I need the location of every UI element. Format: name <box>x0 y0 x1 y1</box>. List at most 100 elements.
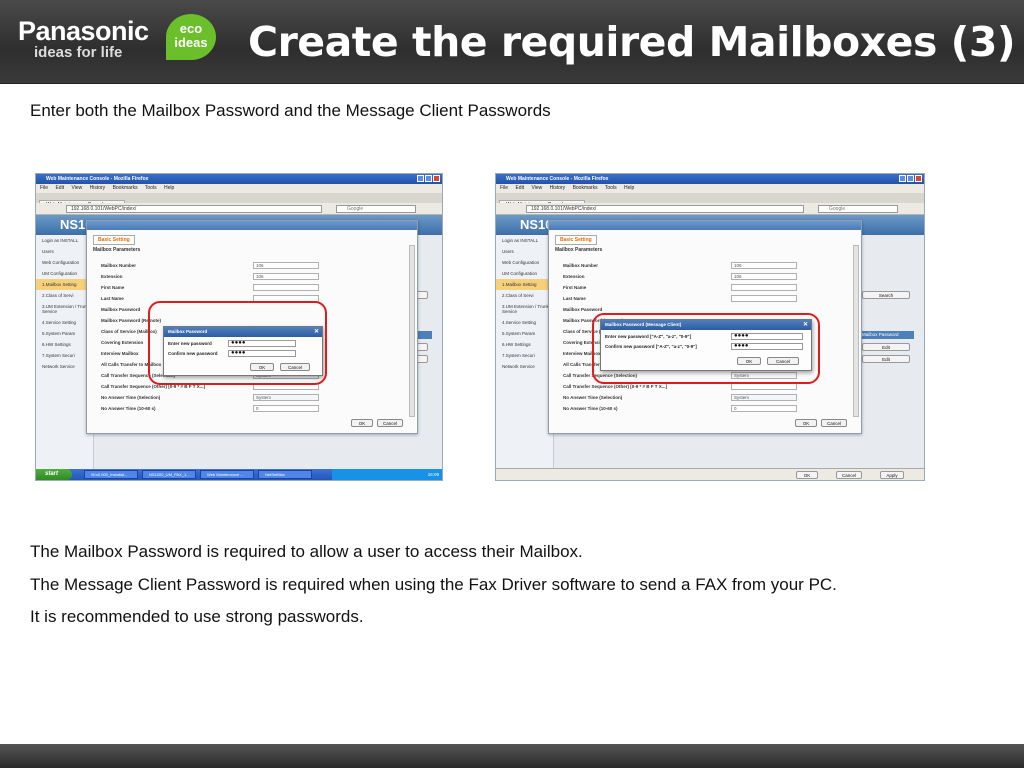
tab-basic-setting[interactable]: Basic Setting <box>93 235 135 245</box>
sidebar-item-users[interactable]: Users <box>496 246 553 257</box>
highlight-ring <box>592 313 820 384</box>
ok-button[interactable]: OK <box>796 471 818 479</box>
sidebar-item-um-config[interactable]: UM Configuration <box>496 268 553 279</box>
field-input[interactable]: 0 <box>253 405 319 412</box>
url-bar[interactable]: 192.168.0.101/WebPC/index/ <box>526 205 804 213</box>
field-input[interactable] <box>731 383 797 390</box>
menu-tools[interactable]: Tools <box>605 185 617 191</box>
sidebar-item-system-security[interactable]: 7.System Securi <box>496 350 553 361</box>
sidebar-item-users[interactable]: Users <box>36 246 93 257</box>
sidebar-item-mailbox-setting[interactable]: 1.Mailbox Setting <box>496 279 553 290</box>
taskbar-item[interactable]: NS1000_UM_PAX_1... <box>142 470 196 479</box>
menu-edit[interactable]: Edit <box>515 185 524 191</box>
menu-bookmarks[interactable]: Bookmarks <box>113 185 138 191</box>
tab-basic-setting[interactable]: Basic Setting <box>555 235 597 245</box>
field-input[interactable]: 106 <box>253 273 319 280</box>
maximize-icon[interactable] <box>425 175 432 182</box>
sidebar-item-network-service[interactable]: Network Service <box>496 361 553 372</box>
sidebar-item-service-setting[interactable]: 4.Service Setting <box>496 317 553 328</box>
field-label: Mailbox Password <box>101 307 141 312</box>
sidebar-item-network-service[interactable]: Network Service <box>36 361 93 372</box>
field-input[interactable]: 106 <box>253 262 319 269</box>
menu-file[interactable]: File <box>40 185 48 191</box>
search-box[interactable]: Google <box>818 205 898 213</box>
taskbar-item[interactable]: NetSetMax <box>258 470 312 479</box>
maximize-icon[interactable] <box>907 175 914 182</box>
sidebar-item-um-config[interactable]: UM Configuration <box>36 268 93 279</box>
minimize-icon[interactable] <box>899 175 906 182</box>
ok-button[interactable]: OK <box>795 419 817 427</box>
menu-file[interactable]: File <box>500 185 508 191</box>
search-button[interactable]: Search <box>862 291 910 299</box>
apply-button[interactable]: Apply <box>880 471 904 479</box>
field-label: Last Name <box>563 296 586 301</box>
menu-history[interactable]: History <box>550 185 566 191</box>
close-icon[interactable] <box>433 175 440 182</box>
sidebar-item-system-security[interactable]: 7.System Securi <box>36 350 93 361</box>
ok-button[interactable]: OK <box>351 419 373 427</box>
sidebar-item-system-param[interactable]: 5.System Param <box>496 328 553 339</box>
body-line-2: The Message Client Password is required … <box>30 575 837 594</box>
browser-tabs: Web Maintenance Console <box>496 193 924 209</box>
slide-header: Panasonic ideas for life eco ideas Creat… <box>0 0 1024 84</box>
sidebar-item-mailbox-setting[interactable]: 1.Mailbox Setting <box>36 279 93 290</box>
scrollbar[interactable] <box>409 245 415 417</box>
menu-bookmarks[interactable]: Bookmarks <box>573 185 598 191</box>
field-label: Mailbox Number <box>563 263 599 268</box>
panel-header <box>549 221 861 230</box>
cancel-button[interactable]: Cancel <box>821 419 847 427</box>
field-row: Extension 106 <box>563 272 843 282</box>
edit-button[interactable]: Edit <box>862 343 910 351</box>
menu-view[interactable]: View <box>531 185 542 191</box>
edit-button[interactable]: Edit <box>862 355 910 363</box>
field-label: Covering Extension <box>101 340 144 345</box>
field-input[interactable]: 106 <box>731 262 797 269</box>
cancel-button[interactable]: Cancel <box>377 419 403 427</box>
close-icon[interactable] <box>915 175 922 182</box>
sidebar-item-hw-settings[interactable]: 6.HW Settings <box>496 339 553 350</box>
screenshot-message-client-password: Web Maintenance Console - Mozilla Firefo… <box>495 173 925 481</box>
window-title: Web Maintenance Console - Mozilla Firefo… <box>46 176 149 182</box>
section-title: Mailbox Parameters <box>555 247 603 253</box>
sidebar-item-hw-settings[interactable]: 6.HW Settings <box>36 339 93 350</box>
sidebar-item-system-param[interactable]: 5.System Param <box>36 328 93 339</box>
window-title: Web Maintenance Console - Mozilla Firefo… <box>506 176 609 182</box>
scrollbar[interactable] <box>853 245 859 417</box>
field-select[interactable]: System <box>731 394 797 401</box>
field-input[interactable]: 0 <box>731 405 797 412</box>
start-button[interactable]: start <box>36 469 72 480</box>
taskbar-item[interactable]: Web Maintenance ... <box>200 470 254 479</box>
url-bar[interactable]: 192.168.0.101/WebPC/index/ <box>66 205 322 213</box>
menu-edit[interactable]: Edit <box>55 185 64 191</box>
menu-help[interactable]: Help <box>164 185 174 191</box>
field-input[interactable] <box>731 284 797 291</box>
taskbar-item[interactable]: \\Kx0.000_Installat... <box>84 470 138 479</box>
menu-view[interactable]: View <box>71 185 82 191</box>
field-select[interactable]: System <box>253 394 319 401</box>
field-label: No Answer Time (Selection) <box>563 395 623 400</box>
search-box[interactable]: Google <box>336 205 416 213</box>
sidebar-item-class-of-service[interactable]: 2.Class of Servi <box>496 290 553 301</box>
eco-ideas-badge: eco ideas <box>166 14 216 60</box>
menu-tools[interactable]: Tools <box>145 185 157 191</box>
menu-history[interactable]: History <box>90 185 106 191</box>
sidebar-item-service-setting[interactable]: 4.Service Setting <box>36 317 93 328</box>
sidebar-item-web-config[interactable]: Web Configuration <box>496 257 553 268</box>
field-input[interactable] <box>253 284 319 291</box>
field-input[interactable] <box>731 295 797 302</box>
sidebar-item-um-extension[interactable]: 3.UM Extension / Trunk Service <box>36 301 93 317</box>
cancel-button[interactable]: Cancel <box>836 471 862 479</box>
sidebar-item-um-extension[interactable]: 3.UM Extension / Trunk Service <box>496 301 553 317</box>
menu-help[interactable]: Help <box>624 185 634 191</box>
page-title: Create the required Mailboxes (3) <box>248 18 1016 66</box>
field-input[interactable]: 106 <box>731 273 797 280</box>
nav-bar: 192.168.0.101/WebPC/index/ Google <box>496 203 924 215</box>
body-line-1: The Mailbox Password is required to allo… <box>30 542 583 561</box>
field-row: No Answer Time (10-60 s) 0 <box>563 404 843 414</box>
field-label: No Answer Time (10-60 s) <box>563 406 618 411</box>
panel-header <box>87 221 417 230</box>
field-label: Interview Mailbox <box>101 351 139 356</box>
sidebar-item-web-config[interactable]: Web Configuration <box>36 257 93 268</box>
sidebar-item-class-of-service[interactable]: 2.Class of Servi <box>36 290 93 301</box>
minimize-icon[interactable] <box>417 175 424 182</box>
